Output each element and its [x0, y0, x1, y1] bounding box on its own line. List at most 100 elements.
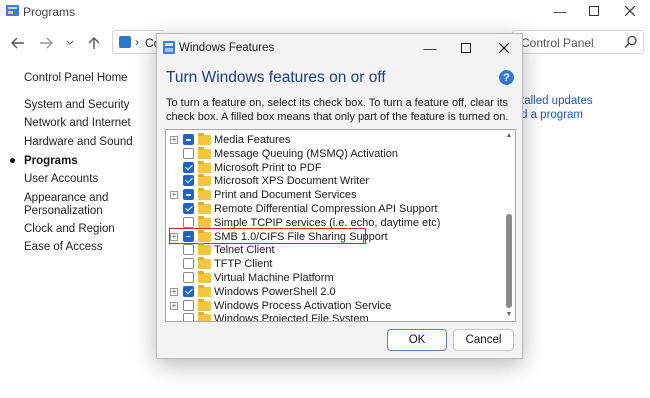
feature-label: Windows Process Activation Service	[214, 299, 392, 312]
feature-row[interactable]: + Windows PowerShell 2.0	[166, 284, 502, 299]
feature-checkbox[interactable]	[183, 272, 194, 283]
folder-icon	[198, 133, 211, 145]
expand-plus-icon[interactable]: +	[170, 287, 178, 296]
windows-features-dialog: Windows Features — Turn Windows features…	[156, 33, 523, 359]
feature-label: Microsoft Print to PDF	[214, 161, 322, 174]
sidebar-item-programs[interactable]: Programs	[24, 154, 78, 168]
get-a-program-link[interactable]: d a program	[521, 109, 583, 121]
scroll-up-arrow-icon[interactable]: ▲	[505, 132, 513, 140]
sidebar-item-hardware-and-sound[interactable]: Hardware and Sound	[24, 135, 133, 149]
sidebar-item-clock-and-region[interactable]: Clock and Region	[24, 222, 115, 236]
sidebar-item-system-and-security[interactable]: System and Security	[24, 98, 129, 112]
folder-icon	[198, 284, 211, 297]
expand-plus-icon[interactable]: +	[170, 191, 178, 200]
maximize-icon[interactable]	[579, 2, 609, 20]
up-arrow-icon[interactable]	[85, 34, 103, 52]
dialog-close-icon[interactable]	[493, 39, 515, 57]
active-bullet-icon	[10, 158, 15, 163]
feature-label: Remote Differential Compression API Supp…	[214, 203, 438, 215]
feature-checkbox[interactable]	[183, 244, 194, 256]
feature-checkbox[interactable]	[183, 285, 194, 297]
folder-icon	[198, 202, 211, 214]
minimize-icon[interactable]: —	[545, 2, 575, 20]
feature-label: Windows Projected File System	[214, 313, 369, 322]
sidebar-item-network-and-internet[interactable]: Network and Internet	[24, 116, 131, 130]
feature-checkbox[interactable]	[183, 189, 194, 201]
feature-row[interactable]: + Media Features	[166, 133, 502, 147]
folder-icon	[198, 160, 211, 173]
scrollbar-thumb[interactable]	[506, 214, 512, 308]
folder-icon	[198, 298, 211, 311]
feature-row[interactable]: Telnet Client	[166, 243, 502, 257]
search-placeholder: Control Panel	[521, 36, 594, 50]
dialog-heading: Turn Windows features on or off	[166, 69, 386, 86]
scroll-down-arrow-icon[interactable]: ▼	[505, 311, 513, 319]
sidebar-item-control-panel-home[interactable]: Control Panel Home	[24, 71, 128, 85]
feature-row[interactable]: Microsoft Print to PDF	[166, 160, 502, 175]
feature-checkbox[interactable]	[183, 258, 194, 270]
breadcrumb-chevron-icon[interactable]: ›	[135, 35, 139, 49]
feature-row[interactable]: TFTP Client	[166, 257, 502, 271]
feature-label: Virtual Machine Platform	[214, 272, 334, 284]
sidebar-item-ease-of-access[interactable]: Ease of Access	[24, 240, 103, 254]
feature-label: TFTP Client	[214, 258, 273, 271]
forward-arrow-icon[interactable]	[37, 34, 55, 52]
feature-checkbox[interactable]	[183, 216, 194, 228]
feature-row[interactable]: Remote Differential Compression API Supp…	[166, 202, 502, 216]
feature-row[interactable]: Message Queuing (MSMQ) Activation	[166, 146, 502, 161]
sidebar-item-appearance[interactable]: Appearance and	[24, 191, 108, 205]
features-tree: ▲ ▼ + Media Features Message Queuing (MSMQ…	[165, 129, 516, 322]
folder-icon	[198, 215, 211, 228]
feature-row[interactable]: Virtual Machine Platform	[166, 271, 502, 285]
sidebar-item-user-accounts[interactable]: User Accounts	[24, 172, 98, 186]
folder-icon	[198, 257, 211, 270]
feature-row[interactable]: Microsoft XPS Document Writer	[166, 174, 502, 188]
help-icon[interactable]: ?	[499, 70, 514, 85]
folder-icon	[198, 146, 211, 159]
folder-icon	[198, 174, 211, 187]
search-icon[interactable]	[624, 35, 638, 49]
dialog-description: To turn a feature on, select its check b…	[166, 97, 509, 123]
feature-label: Windows PowerShell 2.0	[214, 285, 336, 298]
feature-label: Telnet Client	[214, 244, 275, 257]
folder-icon	[198, 271, 211, 283]
control-panel-location-icon	[119, 36, 131, 48]
dialog-titlebar: Windows Features —	[157, 34, 522, 62]
view-installed-updates-link[interactable]: talled updates	[521, 95, 593, 107]
feature-checkbox[interactable]	[183, 313, 194, 321]
feature-checkbox[interactable]	[183, 203, 194, 214]
folder-icon	[198, 188, 211, 201]
expand-plus-icon[interactable]: +	[170, 136, 178, 144]
feature-label: Print and Document Services	[214, 189, 357, 202]
feature-checkbox[interactable]	[183, 161, 194, 173]
windows-features-app-icon	[163, 41, 175, 54]
control-panel-titlebar: Programs —	[0, 0, 650, 24]
feature-checkbox[interactable]	[183, 299, 194, 311]
feature-checkbox[interactable]	[183, 175, 194, 187]
feature-checkbox[interactable]	[183, 147, 194, 159]
search-box[interactable]: Control Panel	[512, 30, 644, 54]
control-panel-app-icon	[6, 4, 20, 17]
vertical-scrollbar[interactable]: ▲ ▼	[503, 130, 515, 321]
feature-label: Microsoft XPS Document Writer	[214, 175, 370, 188]
recent-locations-chevron-icon[interactable]	[61, 34, 79, 52]
back-arrow-icon[interactable]	[9, 34, 27, 52]
close-icon[interactable]	[615, 2, 645, 20]
feature-checkbox[interactable]	[183, 134, 194, 145]
feature-label: Media Features	[214, 134, 291, 146]
feature-row[interactable]: + Windows Process Activation Service	[166, 298, 502, 313]
highlight-box	[169, 228, 366, 245]
sidebar-item-personalization[interactable]: Personalization	[24, 204, 103, 218]
dialog-minimize-icon[interactable]: —	[419, 39, 441, 57]
folder-icon	[198, 312, 211, 321]
ok-button[interactable]: OK	[387, 329, 447, 351]
feature-row[interactable]: Windows Projected File System	[166, 312, 502, 322]
feature-label: Message Queuing (MSMQ) Activation	[214, 147, 399, 160]
dialog-maximize-icon[interactable]	[455, 39, 477, 57]
control-panel-title: Programs	[23, 5, 76, 19]
feature-row[interactable]: + Print and Document Services	[166, 188, 502, 202]
cancel-button[interactable]: Cancel	[453, 329, 514, 351]
expand-plus-icon[interactable]: +	[170, 301, 178, 310]
folder-icon	[198, 243, 211, 256]
dialog-title: Windows Features	[179, 42, 275, 54]
